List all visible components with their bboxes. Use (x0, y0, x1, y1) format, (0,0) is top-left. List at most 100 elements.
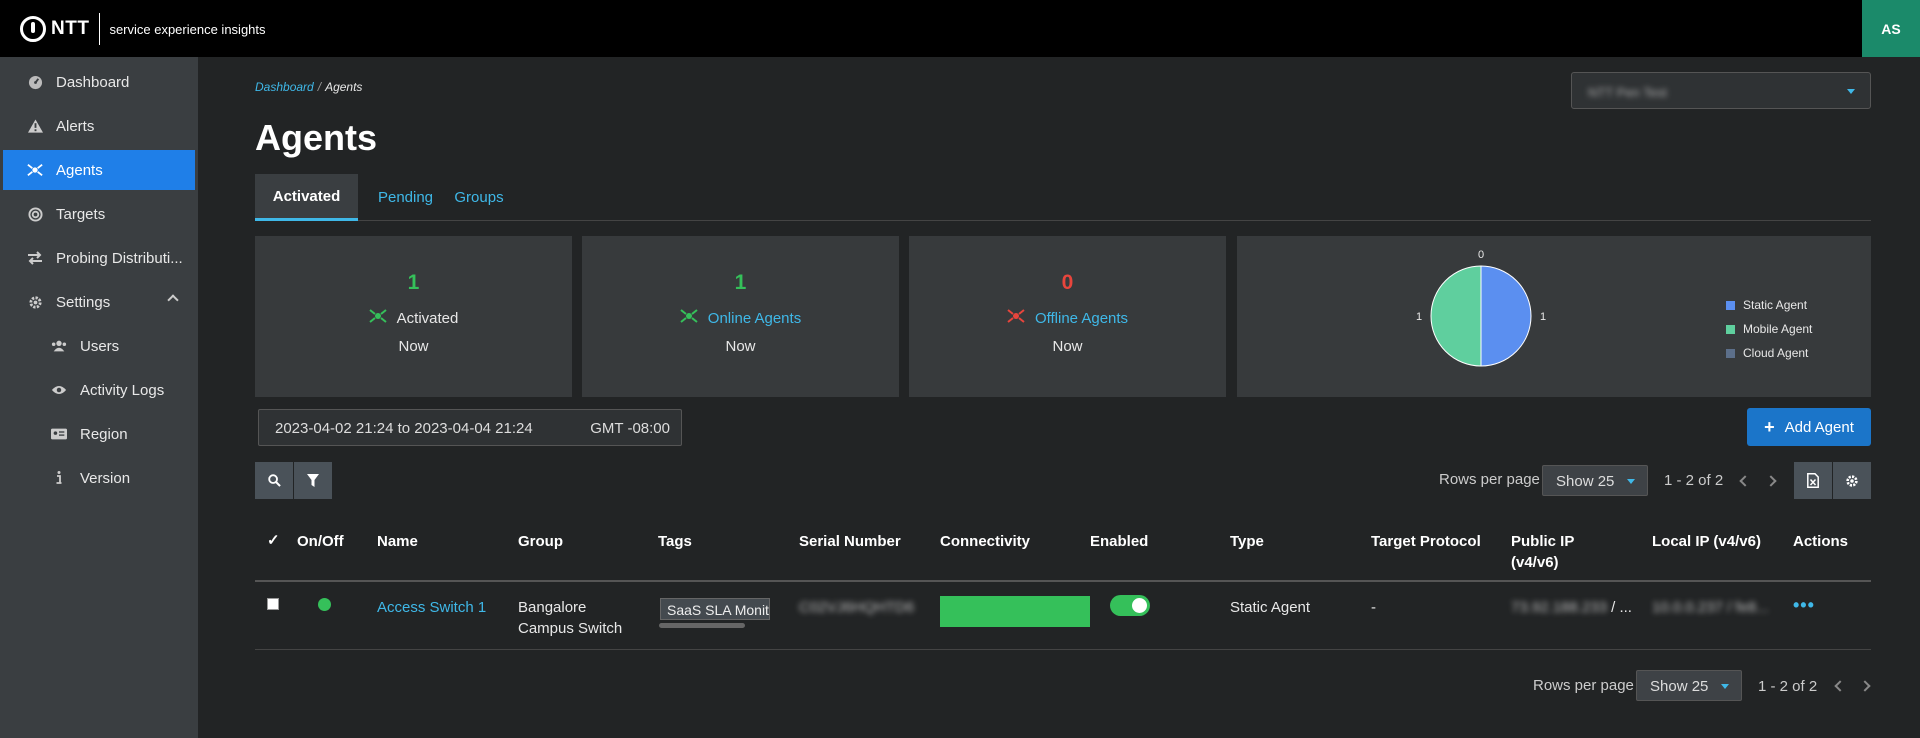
column-header[interactable]: Serial Number (799, 531, 901, 552)
serial-number: C02VJ6HQHTD6 (799, 599, 915, 616)
caret-down-icon (1721, 684, 1729, 689)
info-icon (51, 470, 67, 486)
public-ip-suffix: / ... (1611, 599, 1632, 616)
legend-swatch (1726, 324, 1735, 334)
id-card-icon (51, 426, 67, 442)
sidebar-item-alerts[interactable]: Alerts (3, 106, 195, 146)
agent-name-link[interactable]: Access Switch 1 (377, 597, 486, 618)
gear-icon (1846, 474, 1858, 487)
column-header[interactable]: Name (377, 531, 418, 552)
sidebar-item-settings[interactable]: Settings (3, 282, 195, 322)
pie-data-label: 0 (1478, 249, 1484, 261)
offline-agents-card: 0 Offline Agents Now (909, 236, 1226, 397)
column-header[interactable]: Target Protocol (1371, 531, 1481, 552)
breadcrumb-dashboard-link[interactable]: Dashboard (255, 80, 314, 94)
target-icon (27, 206, 43, 222)
pie-data-label: 1 (1416, 311, 1422, 323)
sidebar-item-users[interactable]: Users (3, 326, 195, 366)
sidebar-item-dashboard[interactable]: Dashboard (3, 62, 195, 102)
offline-time: Now (1052, 338, 1083, 355)
export-excel-button[interactable] (1794, 462, 1832, 499)
local-ip: 10.0.0.237 / fe8... (1652, 599, 1769, 616)
date-range-picker[interactable]: 2023-04-02 21:24 to 2023-04-04 21:24 GMT… (258, 409, 682, 446)
agent-type: Static Agent (1230, 599, 1311, 616)
user-avatar[interactable]: AS (1862, 0, 1920, 57)
sidebar-item-activity-logs[interactable]: Activity Logs (3, 370, 195, 410)
pagination-range: 1 - 2 of 2 (1758, 678, 1818, 695)
tab-groups[interactable]: Groups (451, 174, 507, 221)
online-status-dot (318, 598, 331, 611)
rows-per-page-select[interactable]: Show 25 (1636, 670, 1742, 701)
column-header[interactable]: On/Off (297, 531, 344, 552)
tab-pending[interactable]: Pending (374, 174, 437, 221)
search-button[interactable] (255, 462, 293, 499)
excel-file-icon (1807, 473, 1819, 488)
online-agents-link[interactable]: Online Agents (708, 310, 801, 327)
connectivity-bar (940, 596, 1090, 627)
column-header[interactable]: Public IP (v4/v6) (1511, 531, 1611, 573)
agent-group-line2: Campus Switch (518, 620, 623, 637)
sidebar-item-label: Alerts (56, 117, 95, 135)
activated-count: 1 (407, 271, 420, 294)
pie-slice-static-agent[interactable] (1480, 265, 1532, 367)
offline-label-row: Offline Agents (909, 308, 1226, 329)
table-row[interactable]: Access Switch 1 Bangalore Campus Switch … (255, 582, 1871, 650)
column-header[interactable]: Type (1230, 531, 1264, 552)
product-name: service experience insights (109, 21, 266, 37)
add-agent-button[interactable]: + Add Agent (1747, 408, 1871, 446)
tab-activated[interactable]: Activated (255, 174, 358, 221)
public-ip: 73.92.188.233 / ... (1511, 597, 1632, 618)
offline-count: 0 (1061, 271, 1074, 294)
organization-select[interactable]: NTT Pen Test (1571, 72, 1871, 109)
legend-label: Cloud Agent (1743, 346, 1809, 360)
legend-swatch (1726, 300, 1735, 310)
previous-page-icon[interactable] (1739, 475, 1751, 487)
next-page-icon[interactable] (1765, 475, 1777, 487)
select-all-checkmark[interactable]: ✓ (267, 530, 280, 551)
sidebar-item-label: Region (80, 425, 128, 443)
caret-down-icon (1627, 479, 1635, 484)
tag-chip[interactable]: SaaS SLA Monitoring (660, 598, 770, 620)
pie-slice-mobile-agent[interactable] (1430, 265, 1482, 367)
more-actions-icon[interactable]: ••• (1793, 595, 1815, 616)
tags-scrollbar[interactable] (659, 623, 745, 628)
offline-agents-link[interactable]: Offline Agents (1035, 310, 1128, 327)
column-header[interactable]: Tags (658, 531, 692, 552)
rows-per-page-label: Rows per page (1533, 677, 1634, 694)
sidebar-item-label: Users (80, 337, 120, 355)
row-checkbox[interactable] (267, 598, 279, 610)
add-agent-label: Add Agent (1784, 418, 1854, 436)
eye-icon (51, 382, 67, 398)
ntt-logo[interactable]: NTT service experience insights (20, 13, 266, 45)
sidebar-item-label: Targets (56, 205, 106, 223)
column-header[interactable]: Connectivity (940, 531, 1030, 552)
column-header[interactable]: Enabled (1090, 531, 1148, 552)
column-header[interactable]: Local IP (v4/v6) (1652, 531, 1761, 552)
table-settings-button[interactable] (1833, 462, 1871, 499)
agent-icon (27, 162, 43, 178)
legend-item[interactable]: Static Agent (1726, 293, 1812, 317)
rows-per-page-select[interactable]: Show 25 (1542, 465, 1648, 496)
column-header[interactable]: Group (518, 531, 563, 552)
sidebar-item-probing-distribution[interactable]: Probing Distributi... (3, 238, 195, 278)
legend-item[interactable]: Mobile Agent (1726, 317, 1812, 341)
rows-per-page-label: Rows per page (1439, 471, 1540, 488)
agent-group: Bangalore Campus Switch (518, 597, 622, 639)
filter-button[interactable] (294, 462, 332, 499)
pagination-range: 1 - 2 of 2 (1664, 472, 1724, 489)
column-header[interactable]: Actions (1793, 531, 1848, 552)
activated-label-row: Activated (255, 308, 572, 329)
breadcrumb: Dashboard / Agents (255, 80, 362, 94)
enabled-toggle[interactable] (1110, 595, 1150, 616)
previous-page-icon[interactable] (1834, 680, 1846, 692)
page-title: Agents (255, 117, 378, 158)
sidebar-item-targets[interactable]: Targets (3, 194, 195, 234)
next-page-icon[interactable] (1859, 680, 1871, 692)
sidebar-item-region[interactable]: Region (3, 414, 195, 454)
sidebar-item-version[interactable]: Version (3, 458, 195, 498)
legend-item[interactable]: Cloud Agent (1726, 341, 1812, 365)
dashboard-icon (27, 74, 43, 90)
legend-label: Static Agent (1743, 298, 1808, 312)
legend-swatch (1726, 348, 1735, 358)
sidebar-item-agents[interactable]: Agents (3, 150, 195, 190)
